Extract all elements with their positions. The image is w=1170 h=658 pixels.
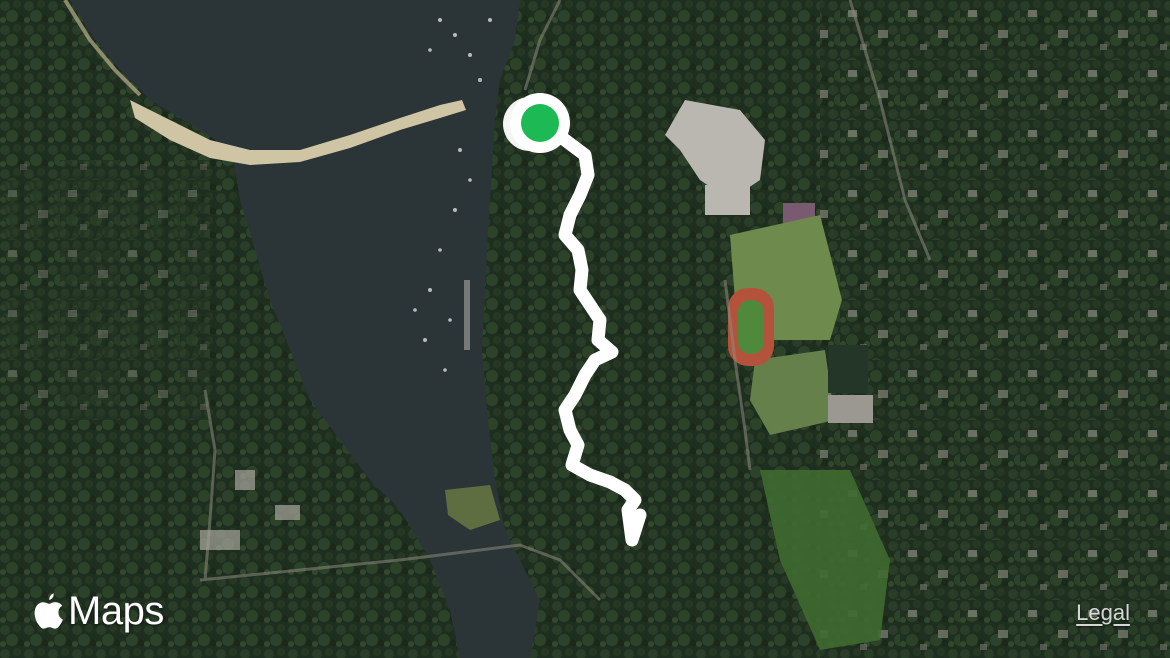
legal-link[interactable]: Legal (1076, 600, 1130, 626)
start-marker (521, 104, 559, 142)
map-view[interactable]: Maps Legal (0, 0, 1170, 658)
route-line (533, 116, 647, 547)
route-overlay (503, 93, 647, 547)
maps-wordmark: Maps (68, 588, 164, 633)
apple-logo-icon (34, 593, 63, 629)
apple-maps-logo: Maps (30, 586, 164, 636)
